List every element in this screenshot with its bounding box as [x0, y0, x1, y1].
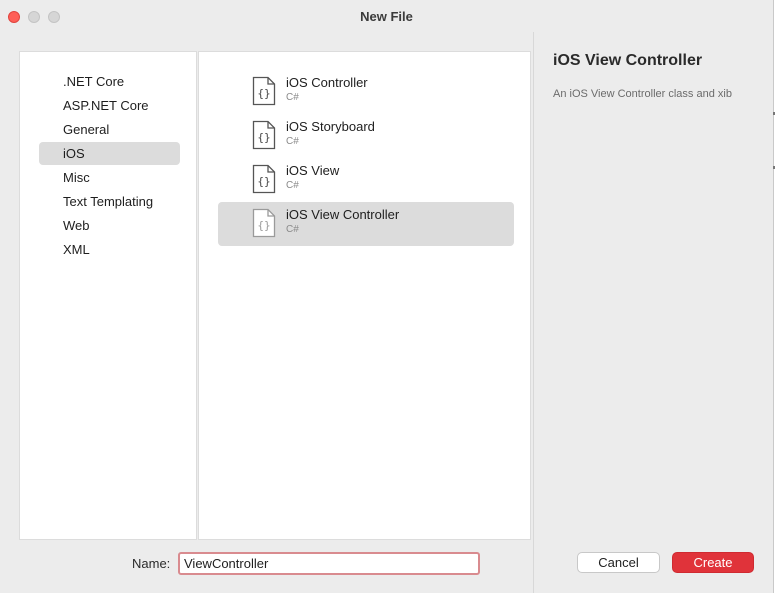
- details-title: iOS View Controller: [553, 52, 703, 69]
- details-description: An iOS View Controller class and xib: [553, 88, 732, 100]
- template-language: C#: [286, 180, 299, 191]
- title-bar: New File: [0, 0, 773, 32]
- code-file-icon: {}: [252, 76, 276, 106]
- category-item-ios[interactable]: iOS: [39, 142, 180, 165]
- template-name: iOS Storyboard: [286, 119, 375, 134]
- template-language: C#: [286, 136, 299, 147]
- template-name: iOS View: [286, 163, 340, 178]
- new-file-dialog: New File .NET Core ASP.NET Core General …: [0, 0, 774, 593]
- template-language: C#: [286, 92, 299, 103]
- template-item-ios-view[interactable]: {} iOS View C#: [218, 158, 514, 202]
- svg-text:{}: {}: [257, 219, 270, 232]
- svg-text:{}: {}: [257, 175, 270, 188]
- file-name-input[interactable]: [178, 552, 480, 575]
- template-item-ios-controller[interactable]: {} iOS Controller C#: [218, 70, 514, 114]
- code-file-icon: {}: [252, 164, 276, 194]
- category-item-text-templating[interactable]: Text Templating: [39, 190, 180, 213]
- category-item-net-core[interactable]: .NET Core: [39, 70, 180, 93]
- code-file-icon: {}: [252, 120, 276, 150]
- template-name: iOS Controller: [286, 75, 368, 90]
- svg-text:{}: {}: [257, 87, 270, 100]
- template-language: C#: [286, 224, 299, 235]
- template-name: iOS View Controller: [286, 207, 400, 222]
- code-file-icon: {}: [252, 208, 276, 238]
- template-details-panel: iOS View Controller An iOS View Controll…: [533, 32, 773, 593]
- svg-text:{}: {}: [257, 131, 270, 144]
- template-item-ios-storyboard[interactable]: {} iOS Storyboard C#: [218, 114, 514, 158]
- create-button[interactable]: Create: [672, 552, 754, 573]
- template-item-ios-view-controller[interactable]: {} iOS View Controller C#: [218, 202, 514, 246]
- cancel-button[interactable]: Cancel: [577, 552, 660, 573]
- category-list: .NET Core ASP.NET Core General iOS Misc …: [19, 51, 197, 540]
- name-label: Name:: [132, 556, 171, 571]
- window-title: New File: [360, 9, 413, 24]
- category-item-general[interactable]: General: [39, 118, 180, 141]
- template-list: {} iOS Controller C# {} iOS Storyboard C…: [198, 51, 531, 540]
- category-item-web[interactable]: Web: [39, 214, 180, 237]
- category-item-misc[interactable]: Misc: [39, 166, 180, 189]
- category-item-aspnet-core[interactable]: ASP.NET Core: [39, 94, 180, 117]
- category-item-xml[interactable]: XML: [39, 238, 180, 261]
